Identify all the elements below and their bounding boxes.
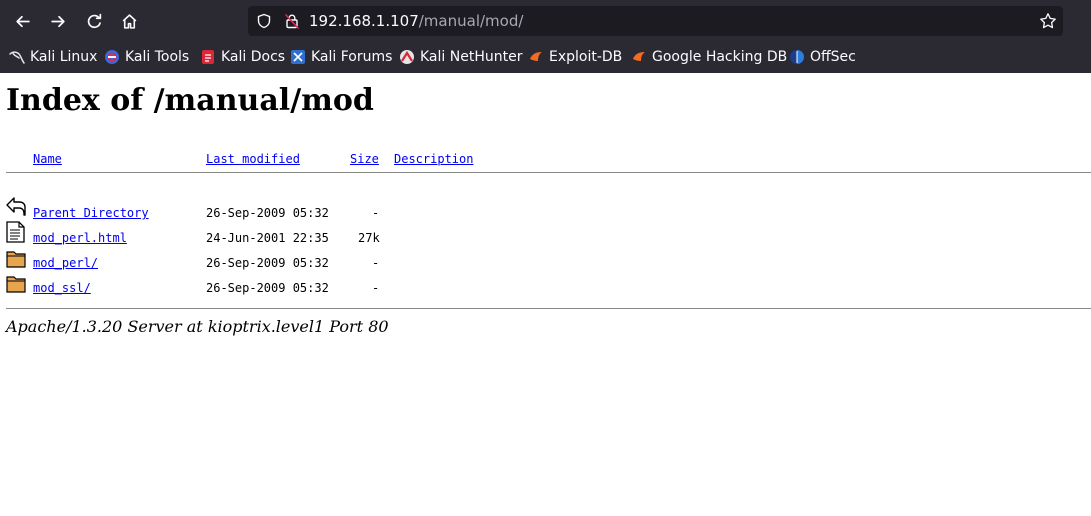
bookmark-kali-forums[interactable]: Kali Forums [290,47,392,67]
bookmark-label: Kali NetHunter [420,49,523,65]
row-modified: 26-Sep-2009 05:32 [206,206,329,220]
forward-button[interactable] [44,7,72,35]
bookmarks-toolbar: Kali Linux Kali Tools Kali Docs Kali For… [0,44,1091,70]
bookmark-label: Kali Linux [30,49,98,65]
row-size: - [372,206,380,220]
kali-forums-icon [291,50,305,64]
shield-icon[interactable] [256,13,272,29]
exploitdb-icon [530,52,542,61]
bookmark-kali-nethunter[interactable]: Kali NetHunter [399,47,522,67]
bookmark-offsec[interactable]: OffSec [789,47,856,67]
kali-dragon-icon [9,51,25,64]
insecure-lock-icon[interactable] [284,13,300,29]
home-icon [122,13,136,29]
folder-link[interactable]: mod_ssl/ [33,281,91,295]
column-header-size[interactable]: Size [350,152,379,166]
offsec-icon [790,50,804,64]
page-content: Index of /manual/mod Name Last modified … [0,73,1091,516]
text-file-icon [6,221,25,243]
server-signature: Apache/1.3.20 Server at kioptrix.level1 … [6,317,389,336]
row-size: 27k [358,231,380,245]
url-host: 192.168.1.107 [309,12,419,30]
ghdb-icon [633,52,645,61]
page-title: Index of /manual/mod [6,83,374,118]
url-bar[interactable]: 192.168.1.107/manual/mod/ [248,6,1063,36]
row-modified: 26-Sep-2009 05:32 [206,281,329,295]
navigation-bar: 192.168.1.107/manual/mod/ [0,0,1091,42]
back-button[interactable] [8,7,36,35]
bookmark-kali-docs[interactable]: Kali Docs [200,47,285,67]
forward-arrow-icon [50,15,65,27]
column-header-name[interactable]: Name [33,152,62,166]
reload-icon [87,13,101,28]
back-arrow-icon [6,197,26,216]
bookmark-label: Kali Forums [311,49,393,65]
row-modified: 26-Sep-2009 05:32 [206,256,329,270]
bookmark-google-hacking-db[interactable]: Google Hacking DB [631,47,787,67]
home-button[interactable] [115,7,143,35]
folder-icon [6,251,26,268]
bookmark-label: Exploit-DB [549,49,623,65]
column-header-last-modified[interactable]: Last modified [206,152,300,166]
url-text[interactable]: 192.168.1.107/manual/mod/ [309,12,523,30]
browser-chrome: 192.168.1.107/manual/mod/ Kali Linux Kal… [0,0,1091,73]
row-size: - [372,256,380,270]
kali-docs-icon [202,50,214,64]
row-modified: 24-Jun-2001 22:35 [206,231,329,245]
kali-tools-icon [105,50,119,64]
file-link[interactable]: mod_perl.html [33,231,127,245]
nethunter-icon [400,50,414,64]
header-divider [6,172,1091,173]
row-size: - [372,281,380,295]
reload-button[interactable] [80,7,108,35]
folder-icon [6,276,26,293]
footer-divider [6,308,1091,309]
folder-link[interactable]: mod_perl/ [33,256,98,270]
bookmark-exploit-db[interactable]: Exploit-DB [528,47,622,67]
back-arrow-icon [15,15,30,27]
bookmark-label: Kali Docs [221,49,286,65]
bookmark-label: Google Hacking DB [652,49,788,65]
url-path: /manual/mod/ [418,12,524,30]
bookmark-label: Kali Tools [125,49,190,65]
bookmark-star-icon[interactable] [1039,12,1057,30]
column-header-description[interactable]: Description [394,152,473,166]
parent-directory-link[interactable]: Parent Directory [33,206,149,220]
bookmark-kali-linux[interactable]: Kali Linux [9,47,97,67]
bookmark-label: OffSec [810,49,856,65]
bookmark-kali-tools[interactable]: Kali Tools [104,47,189,67]
